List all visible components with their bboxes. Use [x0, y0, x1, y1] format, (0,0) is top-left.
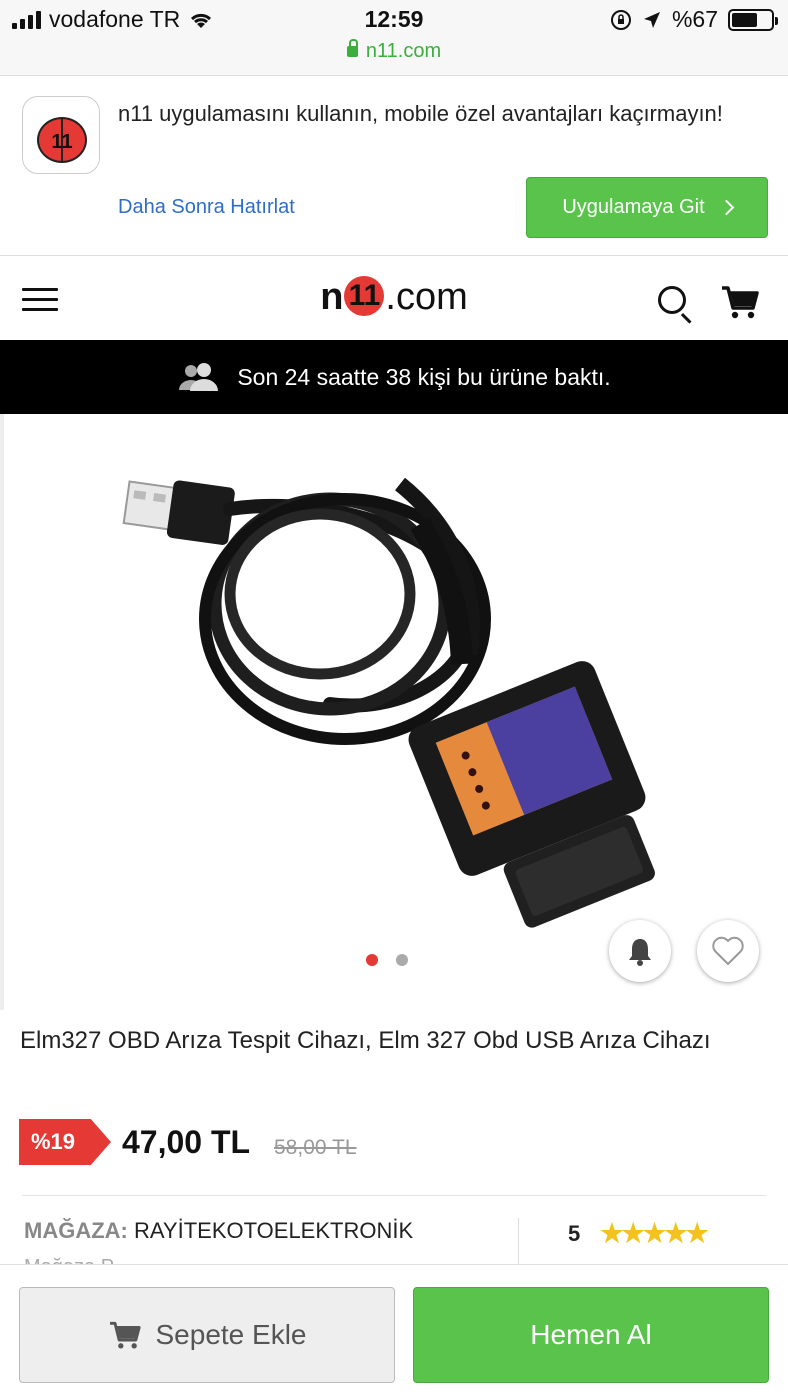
current-price: 47,00 TL [122, 1124, 251, 1160]
go-to-app-button[interactable]: Uygulamaya Git [526, 177, 768, 238]
cart-icon[interactable] [720, 284, 760, 320]
orientation-lock-icon [610, 9, 631, 30]
banner-message: n11 uygulamasını kullanın, mobile özel a… [118, 101, 723, 126]
logo-prefix: n [320, 276, 344, 318]
buy-now-label: Hemen Al [530, 1319, 652, 1350]
rating-value: 5 [568, 1220, 581, 1246]
app-logo: 11 [22, 96, 100, 174]
remind-later-link[interactable]: Daha Sonra Hatırlat [118, 196, 295, 219]
logo-mark: 11 [344, 275, 385, 316]
location-icon [643, 11, 660, 28]
rating-stars-icon: ★★★★★ [600, 1218, 709, 1248]
store-separator [518, 1218, 519, 1266]
store-subline: Mağaza P [24, 1256, 114, 1264]
url-text: n11.com [365, 40, 442, 62]
battery-percent: %67 [671, 6, 718, 32]
go-to-app-label: Uygulamaya Git [562, 196, 705, 218]
heart-icon [712, 936, 744, 965]
chevron-right-icon [718, 199, 734, 216]
discount-badge: %19 [19, 1119, 111, 1165]
search-icon[interactable] [658, 286, 686, 314]
product-image [122, 477, 655, 928]
logo-suffix: .com [385, 276, 468, 318]
lock-icon [346, 39, 358, 57]
gallery-pagination [366, 954, 408, 966]
status-bar: vodafone TR 12:59 %67 n11.com [0, 0, 788, 76]
favorite-button[interactable] [697, 920, 759, 982]
bottom-action-bar: Sepete Ekle Hemen Al [0, 1264, 788, 1400]
site-header: n 11 .com [0, 256, 788, 340]
pagination-dot-2[interactable] [396, 954, 408, 966]
product-title: Elm327 OBD Arıza Tespit Cihazı, Elm 327 … [20, 1027, 711, 1054]
battery-icon [728, 8, 778, 31]
cart-icon [109, 1321, 141, 1349]
status-right: %67 [610, 6, 778, 33]
address-bar[interactable]: n11.com [0, 39, 788, 63]
store-label: MAĞAZA: [24, 1218, 128, 1243]
viewers-text: Son 24 saatte 38 kişi bu ürüne baktı. [237, 363, 611, 390]
bell-icon [629, 939, 651, 966]
store-info[interactable]: MAĞAZA: RAYİTEKOTOELEKTRONİK [24, 1218, 413, 1244]
app-banner: 11 n11 uygulamasını kullanın, mobile öze… [0, 76, 788, 256]
app-logo-text: 11 [51, 131, 73, 153]
divider [22, 1195, 766, 1196]
ladybug-icon: 11 [37, 117, 87, 163]
old-price: 58,00 TL [274, 1136, 357, 1159]
store-rating: 5 ★★★★★ [568, 1218, 709, 1249]
product-gallery[interactable] [0, 414, 788, 1010]
price-alert-button[interactable] [609, 920, 671, 982]
add-to-cart-button[interactable]: Sepete Ekle [19, 1287, 395, 1383]
buy-now-button[interactable]: Hemen Al [413, 1287, 769, 1383]
add-to-cart-label: Sepete Ekle [155, 1319, 307, 1350]
store-name[interactable]: RAYİTEKOTOELEKTRONİK [134, 1218, 413, 1243]
users-icon [179, 363, 219, 391]
pagination-dot-1[interactable] [366, 954, 378, 966]
viewers-notice: Son 24 saatte 38 kişi bu ürüne baktı. [0, 340, 788, 414]
